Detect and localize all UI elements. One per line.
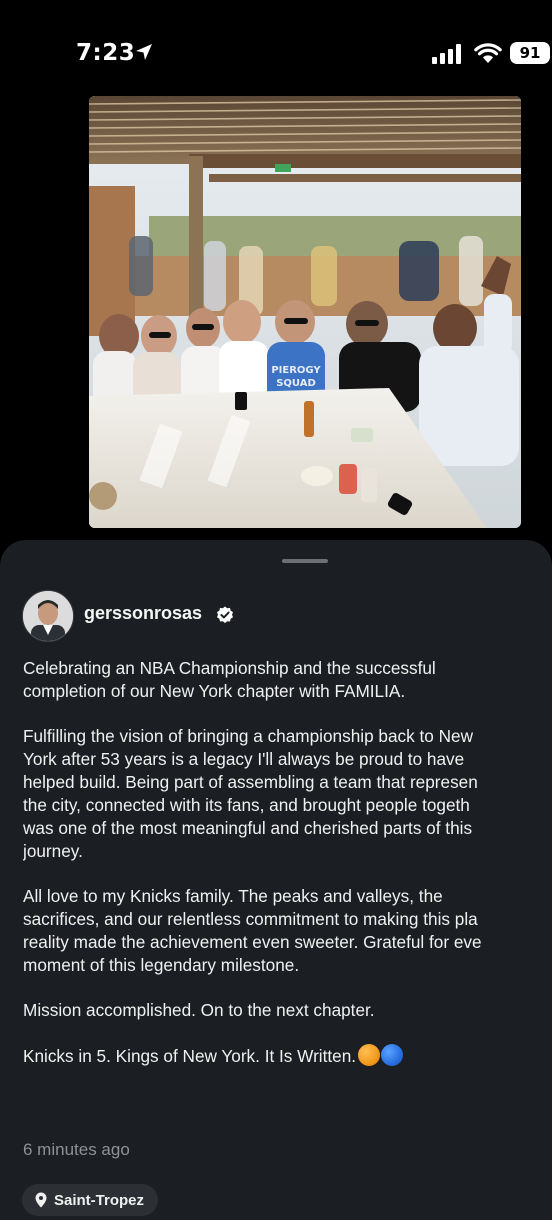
caption-paragraph: Fulfilling the vision of bringing a cham… [23,726,478,861]
verified-badge-icon [217,606,233,623]
caption-paragraph: All love to my Knicks family. The peaks … [23,886,482,975]
group-photo-image: PIEROGY SQUAD [89,96,521,528]
svg-text:SQUAD: SQUAD [276,378,316,389]
cellular-signal-icon [432,44,461,64]
orange-circle-emoji [358,1044,381,1066]
post-caption: Celebrating an NBA Championship and the … [23,657,552,1127]
location-label: Saint-Tropez [54,1191,145,1209]
avatar[interactable] [22,590,74,642]
post-photo[interactable]: PIEROGY SQUAD [89,96,521,528]
sheet-drag-handle[interactable] [282,559,328,563]
svg-text:PIEROGY: PIEROGY [271,365,321,376]
battery-icon: 91 [510,42,550,64]
status-bar: 7:23 91 [0,0,552,100]
post-sheet: gerssonrosas Celebrating an NBA Champion… [0,540,552,1220]
blue-circle-emoji [381,1044,404,1066]
wifi-icon [474,43,502,63]
caption-paragraph: Mission accomplished. On to the next cha… [23,1000,375,1020]
username[interactable]: gerssonrosas [84,603,202,624]
location-pin-icon [35,1192,47,1208]
status-time: 7:23 [76,40,136,66]
caption-paragraph: Celebrating an NBA Championship and the … [23,658,436,701]
caption-last-line-text: Knicks in 5. Kings of New York. It Is Wr… [23,1046,357,1066]
location-arrow-icon [136,44,152,60]
location-tag[interactable]: Saint-Tropez [22,1184,159,1216]
post-timestamp: 6 minutes ago [23,1140,130,1159]
avatar-image [23,591,73,641]
caption-last-line: Knicks in 5. Kings of New York. It Is Wr… [23,1044,552,1068]
